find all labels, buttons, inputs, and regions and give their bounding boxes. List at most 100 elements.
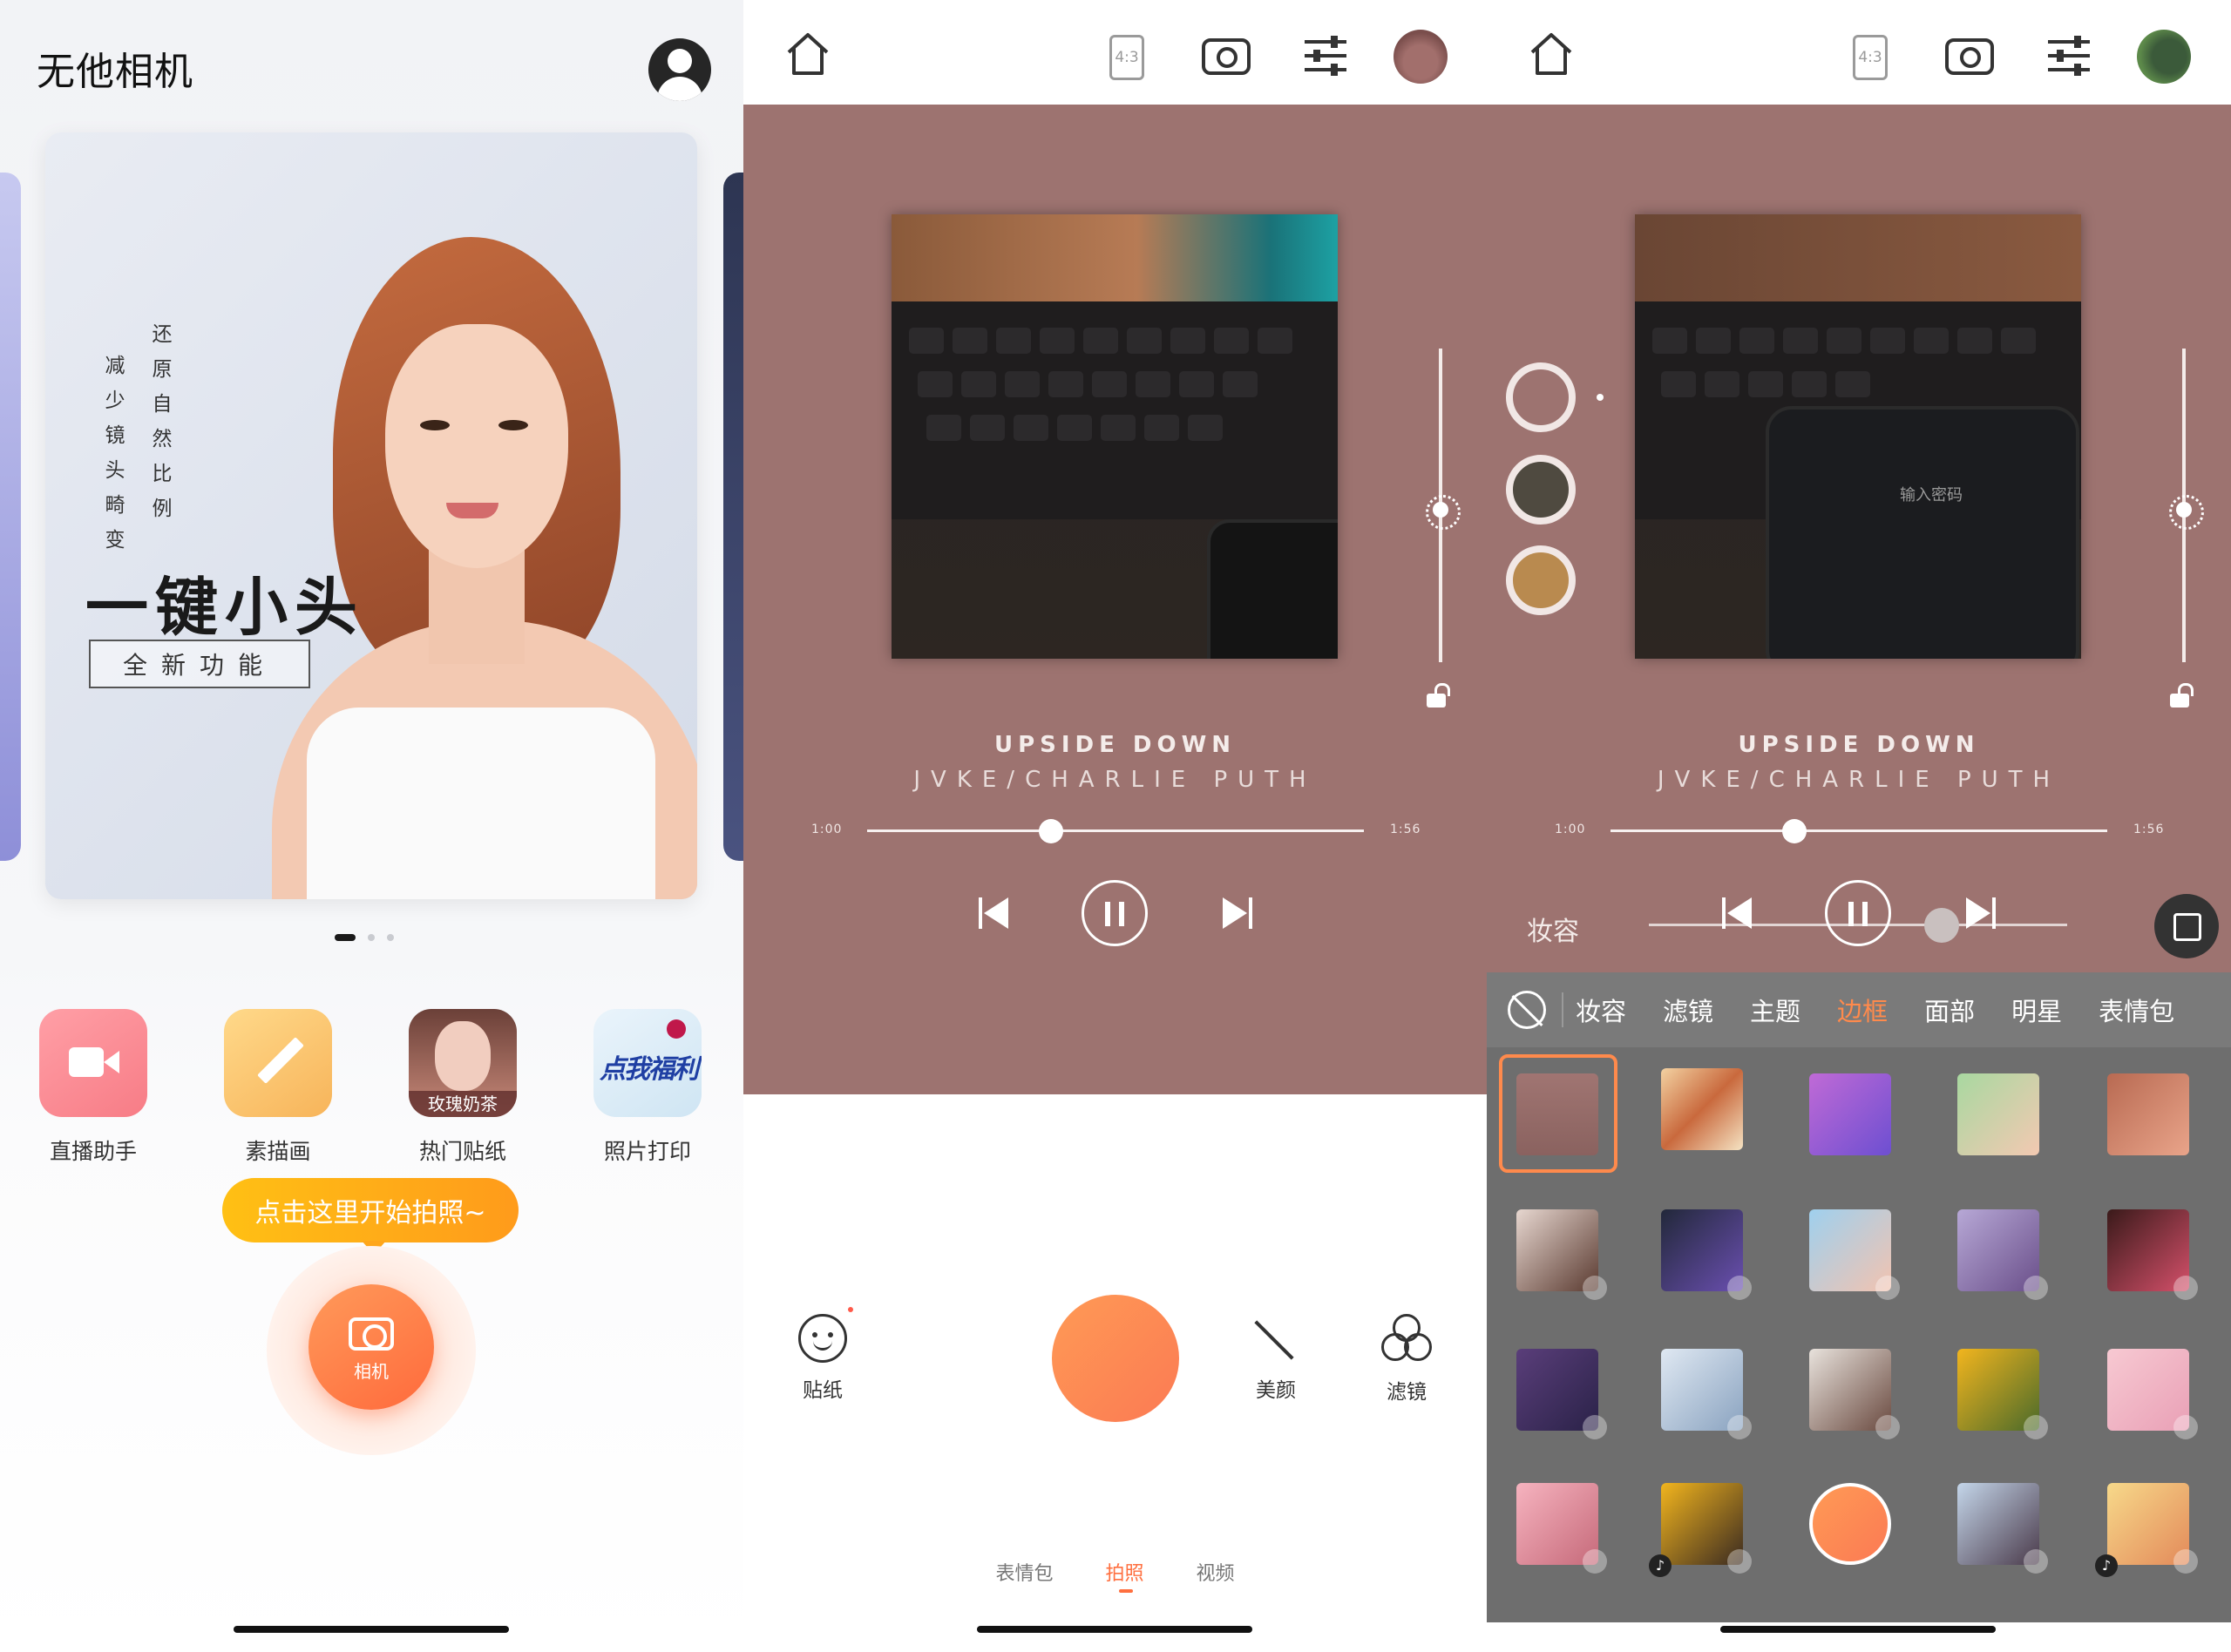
- home-screen: 无他相机 减 少 镜 头 畸 变 还 原 自 然 比 例 一键小头 全新功能 直…: [0, 0, 743, 1652]
- category-tab-star[interactable]: 明星: [2011, 992, 2062, 1028]
- feature-banner[interactable]: 减 少 镜 头 畸 变 还 原 自 然 比 例 一键小头 全新功能: [45, 132, 697, 899]
- frame-item[interactable]: [1809, 1209, 1900, 1300]
- new-dot: [848, 1307, 853, 1312]
- makeup-color-swatch-white[interactable]: [1506, 362, 1576, 432]
- carousel-prev-card[interactable]: [0, 173, 21, 861]
- lock-icon[interactable]: [1427, 683, 1450, 708]
- beauty-label: 美颜: [1256, 1379, 1296, 1402]
- frame-item[interactable]: [1957, 1073, 2039, 1155]
- home-indicator: [1720, 1626, 1996, 1633]
- song-title: UPSIDE DOWN: [1738, 732, 1980, 758]
- makeup-color-swatch-olive[interactable]: [1506, 455, 1576, 525]
- mode-tab-sticker-pack[interactable]: 表情包: [995, 1558, 1053, 1586]
- filter-label: 滤镜: [1387, 1381, 1427, 1404]
- shutter-button[interactable]: [1052, 1295, 1179, 1422]
- category-tab-filter[interactable]: 滤镜: [1663, 992, 1713, 1028]
- frame-item[interactable]: [1516, 1209, 1607, 1300]
- flip-camera-icon[interactable]: [1945, 38, 1994, 75]
- beauty-button[interactable]: 美颜: [1237, 1314, 1315, 1403]
- aspect-ratio-button[interactable]: 4:3: [1853, 35, 1888, 80]
- start-shooting-tip[interactable]: 点击这里开始拍照~: [222, 1178, 519, 1255]
- camera-button[interactable]: 相机: [309, 1284, 434, 1410]
- settings-sliders-icon[interactable]: [1305, 36, 1346, 77]
- category-tab-sticker-pack[interactable]: 表情包: [2099, 992, 2174, 1028]
- camera-toolbar: 4:3: [1487, 0, 2231, 105]
- carousel-next-card[interactable]: [723, 173, 743, 861]
- makeup-intensity-knob[interactable]: [1924, 908, 1959, 943]
- flip-camera-icon[interactable]: [1202, 38, 1251, 75]
- tool-sketch[interactable]: 素描画: [223, 1009, 333, 1166]
- shutter-overlay[interactable]: [1809, 1483, 1891, 1565]
- previous-track-icon[interactable]: [979, 897, 1010, 929]
- frame-item[interactable]: [1957, 1483, 2048, 1574]
- frame-item[interactable]: [1809, 1349, 1900, 1439]
- effect-category-bar: 妆容 滤镜 主题 边框 面部 明星 表情包: [1487, 972, 2231, 1047]
- progress-track[interactable]: [1611, 829, 2107, 832]
- frame-item[interactable]: [1661, 1209, 1752, 1300]
- tool-label: 素描画: [245, 1139, 311, 1164]
- album-cover-photo: [892, 214, 1338, 659]
- frame-item[interactable]: ♪: [1649, 1483, 1752, 1577]
- next-track-icon[interactable]: [1223, 897, 1254, 929]
- next-track-icon[interactable]: [1966, 897, 1997, 929]
- tool-live-assistant[interactable]: 直播助手: [38, 1009, 148, 1166]
- print-promo-thumb: 点我福利: [593, 1009, 702, 1117]
- sticker-label: 贴纸: [803, 1379, 843, 1402]
- video-icon: [39, 1009, 147, 1117]
- filter-button[interactable]: 滤镜: [1367, 1314, 1446, 1405]
- no-effect-icon[interactable]: [1508, 991, 1546, 1029]
- frame-item[interactable]: [2107, 1073, 2189, 1155]
- gallery-thumbnail[interactable]: [2137, 30, 2191, 84]
- home-icon[interactable]: [785, 31, 831, 77]
- frame-item[interactable]: [1957, 1349, 2048, 1439]
- category-tab-makeup[interactable]: 妆容: [1576, 992, 1626, 1028]
- progress-knob[interactable]: [1038, 819, 1063, 843]
- time-elapsed: 1:00: [1555, 823, 1586, 836]
- progress-track[interactable]: [867, 829, 1364, 832]
- makeup-color-swatch-tan[interactable]: [1506, 545, 1576, 615]
- frame-item[interactable]: [1809, 1073, 1891, 1155]
- user-avatar-icon[interactable]: [648, 38, 711, 101]
- selected-indicator: [1597, 394, 1604, 401]
- frame-item[interactable]: [1957, 1209, 2048, 1300]
- frame-item[interactable]: [1516, 1349, 1607, 1439]
- aspect-ratio-button[interactable]: 4:3: [1109, 35, 1144, 80]
- tool-photo-print[interactable]: 点我福利 照片打印: [593, 1009, 702, 1166]
- app-title: 无他相机: [37, 50, 193, 94]
- brightness-icon[interactable]: [1426, 495, 1461, 530]
- frame-item[interactable]: [2107, 1349, 2198, 1439]
- category-tab-frame[interactable]: 边框: [1837, 992, 1888, 1028]
- category-tab-theme[interactable]: 主题: [1750, 992, 1800, 1028]
- camera-label: 相机: [354, 1361, 389, 1382]
- time-total: 1:56: [1390, 823, 1421, 836]
- frame-item[interactable]: ♪: [2095, 1483, 2198, 1577]
- pause-icon[interactable]: [1082, 880, 1148, 946]
- home-icon[interactable]: [1529, 31, 1574, 77]
- brightness-icon[interactable]: [2169, 495, 2204, 530]
- home-indicator: [234, 1626, 509, 1633]
- lock-icon[interactable]: [2170, 683, 2194, 708]
- pause-icon[interactable]: [1825, 880, 1891, 946]
- sticker-button[interactable]: 贴纸: [783, 1307, 862, 1403]
- music-note-icon: ♪: [2095, 1554, 2118, 1577]
- tool-label: 热门贴纸: [418, 1139, 506, 1164]
- share-icon[interactable]: [2154, 894, 2219, 958]
- frame-item[interactable]: [1661, 1068, 1743, 1150]
- album-cover-photo: 输入密码: [1635, 214, 2081, 659]
- settings-sliders-icon[interactable]: [2048, 36, 2090, 77]
- song-artist: JVKE/CHARLIE PUTH: [1657, 767, 2061, 793]
- mode-tab-video[interactable]: 视频: [1197, 1558, 1235, 1586]
- category-tab-face[interactable]: 面部: [1924, 992, 1975, 1028]
- frame-item[interactable]: [1516, 1483, 1607, 1574]
- frame-item[interactable]: [2107, 1209, 2198, 1300]
- magic-wand-icon: [1251, 1314, 1300, 1363]
- tool-hot-stickers[interactable]: 玫瑰奶茶 热门贴纸: [408, 1009, 518, 1166]
- previous-track-icon[interactable]: [1722, 897, 1753, 929]
- mode-selector: 表情包 拍照 视频: [743, 1558, 1487, 1593]
- gallery-thumbnail[interactable]: [1394, 30, 1448, 84]
- tool-label: 照片打印: [603, 1139, 691, 1164]
- progress-knob[interactable]: [1781, 819, 1807, 843]
- mode-tab-photo[interactable]: 拍照: [1105, 1558, 1144, 1593]
- frame-item[interactable]: [1661, 1349, 1752, 1439]
- frame-item[interactable]: [1809, 1483, 1891, 1565]
